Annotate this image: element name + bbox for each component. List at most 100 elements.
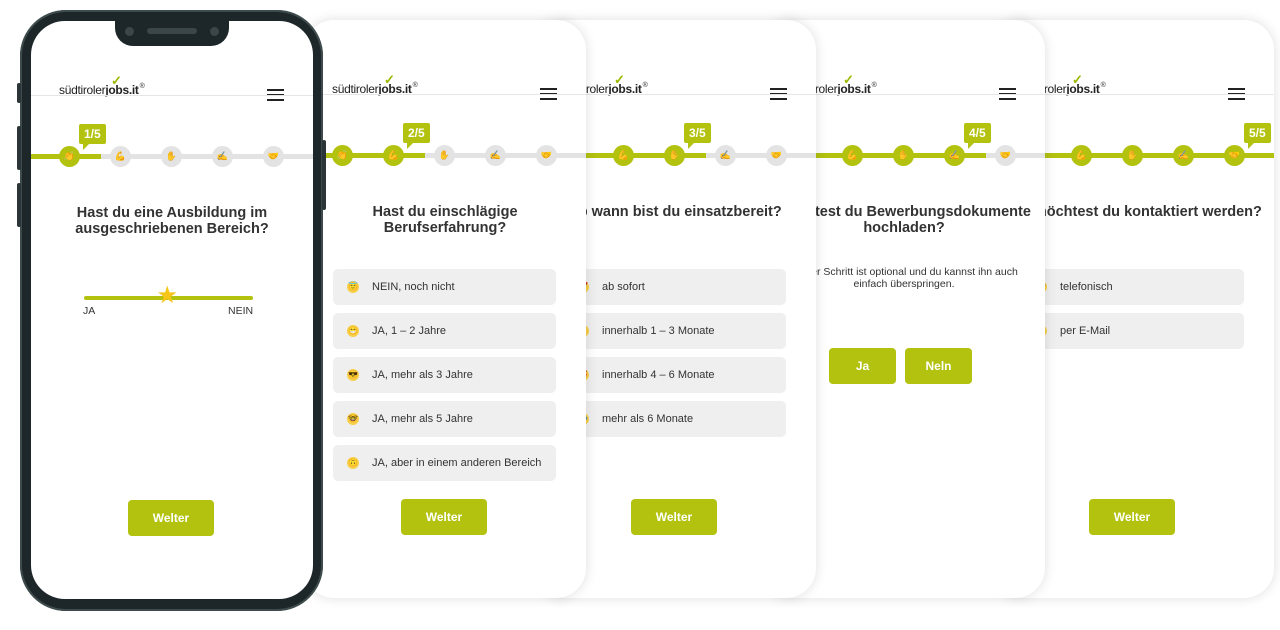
answer-option[interactable]: ✉per E-Mail (1021, 313, 1244, 349)
slider-left-label: JA (83, 305, 96, 317)
writing-hand-icon: ✍ (489, 150, 502, 160)
raised-hand-icon: ✋ (165, 151, 178, 161)
phone-side-button (17, 183, 21, 227)
flexed-biceps-icon: 💪 (114, 151, 127, 161)
logo-checkmark-icon: ✓ (1072, 72, 1083, 87)
answer-option[interactable]: ☎telefonisch (1021, 269, 1244, 305)
progress-step-4: ✍ (1173, 145, 1194, 166)
step-indicator: 3/5 (684, 123, 711, 149)
writing-hand-icon: ✍ (719, 150, 732, 160)
upside-down-face-icon: 🙃 (347, 457, 359, 469)
slider-right-label: NEIN (228, 305, 254, 317)
option-label: JA, mehr als 3 Jahre (372, 369, 473, 381)
answer-option[interactable]: 🤓 JA, mehr als 5 Jahre (333, 401, 556, 437)
progress-step-4: ✍ (212, 146, 233, 167)
slider-star-handle[interactable]: ★ (157, 284, 179, 308)
raised-hand-icon: ✋ (1126, 150, 1139, 160)
step-indicator: 2/5 (403, 123, 430, 149)
option-label: JA, mehr als 5 Jahre (372, 413, 473, 425)
answer-option[interactable]: 🚀ab sofort (563, 269, 786, 305)
phone-sensor (210, 27, 219, 36)
writing-hand-icon: ✍ (216, 151, 229, 161)
phone-frame: südtirolerjobs.it® ✓ 👏 💪 ✋ ✍ 🤝 1/5 Hast du eine … (17, 10, 326, 611)
phone-side-button (17, 83, 21, 103)
option-label: innerhalb 1 – 3 Monate (602, 325, 715, 337)
phone-camera (125, 27, 134, 36)
progress-step-1: 👏 (59, 146, 80, 167)
phone-side-button (17, 126, 21, 170)
writing-hand-icon: ✍ (948, 150, 961, 160)
screen-step-1: südtirolerjobs.it® ✓ 👏 💪 ✋ ✍ 🤝 1/5 Hast du eine … (31, 21, 313, 599)
step-indicator: 5/5 (1244, 123, 1271, 149)
progress-step-3: ✋ (893, 145, 914, 166)
progress-step-3: ✋ (1122, 145, 1143, 166)
logo-checkmark-icon: ✓ (843, 72, 854, 87)
yes-button[interactable]: Ja (829, 348, 896, 384)
question-title: Hast du einschlägige Berufserfahrung? (372, 204, 518, 236)
raised-hand-icon: ✋ (897, 150, 910, 160)
option-label: NEIN, noch nicht (372, 281, 455, 293)
option-label: per E-Mail (1060, 325, 1111, 337)
answer-option[interactable]: ⚡innerhalb 1 – 3 Monate (563, 313, 786, 349)
handshake-icon: 🤝 (1228, 150, 1241, 160)
raised-hand-icon: ✋ (668, 150, 681, 160)
option-label: ab sofort (602, 281, 645, 293)
phone-notch (115, 20, 229, 46)
progress-step-5: 🤝 (263, 146, 284, 167)
sunglasses-face-icon: 😎 (347, 369, 359, 381)
step-indicator: 1/5 (79, 124, 106, 150)
answer-option[interactable]: 😁 JA, 1 – 2 Jahre (333, 313, 556, 349)
weiter-button[interactable]: Welter (401, 499, 487, 535)
logo-registered: ® (871, 82, 877, 89)
progress-step-3: ✋ (664, 145, 685, 166)
progress-step-4: ✍ (485, 145, 506, 166)
halo-face-icon: 😇 (347, 281, 359, 293)
clapping-hands-icon: 👏 (63, 151, 76, 161)
flexed-biceps-icon: 💪 (617, 150, 630, 160)
logo-registered: ® (139, 83, 145, 90)
writing-hand-icon: ✍ (1177, 150, 1190, 160)
progress-step-3: ✋ (161, 146, 182, 167)
answer-option[interactable]: 🙃 JA, aber in einem anderen Bereich (333, 445, 556, 481)
progress-step-5: 🤝 (1224, 145, 1245, 166)
logo-checkmark-icon: ✓ (384, 72, 395, 87)
flexed-biceps-icon: 💪 (1075, 150, 1088, 160)
answer-option[interactable]: 😎 JA, mehr als 3 Jahre (333, 357, 556, 393)
flexed-biceps-icon: 💪 (846, 150, 859, 160)
logo-checkmark-icon: ✓ (111, 73, 122, 88)
progress-step-2: 💪 (110, 146, 131, 167)
raised-hand-icon: ✋ (438, 150, 451, 160)
phone-power-button (322, 140, 326, 210)
answer-option[interactable]: 💤mehr als 6 Monate (563, 401, 786, 437)
screen-step-2: südtirolerjobs.it® ✓ 👏 💪 ✋ ✍ 🤝 2/5 Hast du einsc… (304, 20, 586, 598)
progress-step-4: ✍ (944, 145, 965, 166)
option-label: JA, 1 – 2 Jahre (372, 325, 446, 337)
answer-slider[interactable]: ★ (84, 284, 253, 308)
progress-step-5: 🤝 (995, 145, 1016, 166)
progress-step-5: 🤝 (536, 145, 557, 166)
option-label: JA, aber in einem anderen Bereich (372, 457, 542, 469)
handshake-icon: 🤝 (999, 150, 1012, 160)
answer-option[interactable]: ⏰innerhalb 4 – 6 Monate (563, 357, 786, 393)
grinning-face-icon: 😁 (347, 325, 359, 337)
weiter-button[interactable]: Welter (1089, 499, 1175, 535)
logo-checkmark-icon: ✓ (614, 72, 625, 87)
option-label: innerhalb 4 – 6 Monate (602, 369, 715, 381)
answer-option[interactable]: 😇 NEIN, noch nicht (333, 269, 556, 305)
logo-registered: ® (1100, 82, 1106, 89)
progress-step-2: 💪 (842, 145, 863, 166)
step-indicator: 4/5 (964, 123, 991, 149)
no-button[interactable]: Neln (905, 348, 972, 384)
flexed-biceps-icon: 💪 (387, 150, 400, 160)
progress-step-1: 👏 (332, 145, 353, 166)
logo-registered: ® (642, 82, 648, 89)
weiter-button[interactable]: Welter (128, 500, 214, 536)
nerd-face-icon: 🤓 (347, 413, 359, 425)
handshake-icon: 🤝 (540, 150, 553, 160)
weiter-button[interactable]: Welter (631, 499, 717, 535)
handshake-icon: 🤝 (267, 151, 280, 161)
progress-step-2: 💪 (1071, 145, 1092, 166)
progress-step-5: 🤝 (766, 145, 787, 166)
header-divider (304, 94, 586, 95)
progress-step-2: 💪 (613, 145, 634, 166)
